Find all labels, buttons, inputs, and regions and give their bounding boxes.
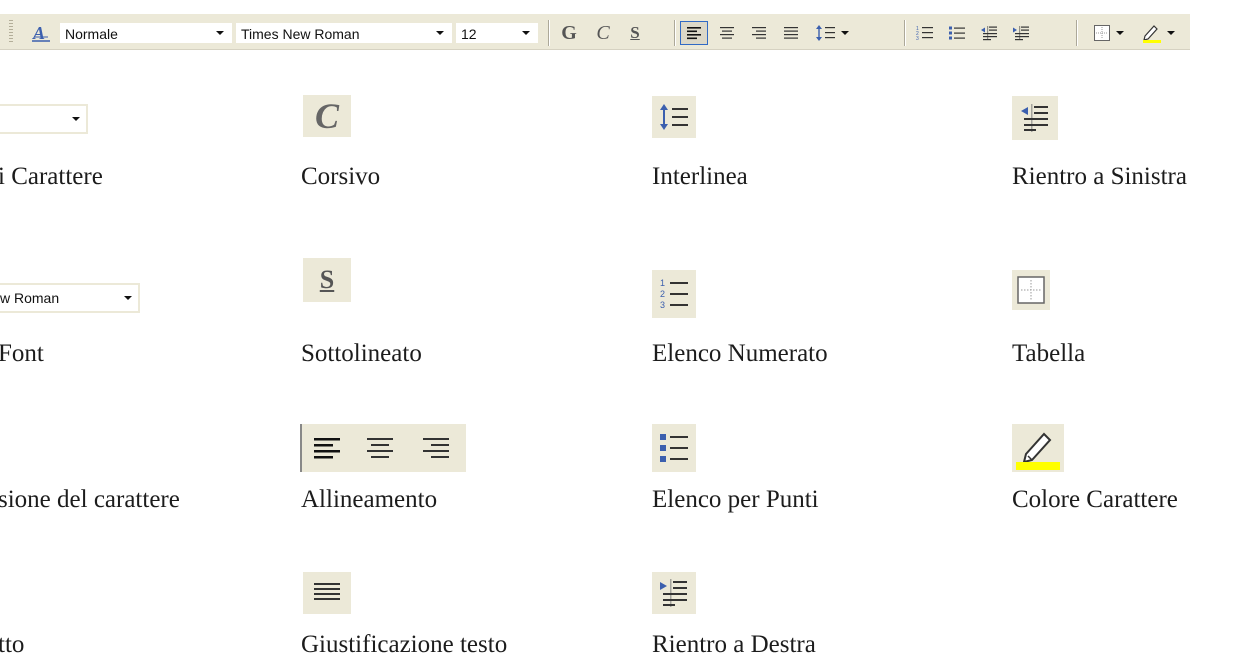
chevron-down-icon[interactable] [433, 24, 447, 42]
align-left-icon [687, 27, 701, 40]
formatting-toolbar: A Normale Times New Roman 12 G C S 1 2 3 [0, 14, 1190, 50]
numbered-list-icon: 1 2 3 [916, 26, 933, 41]
highlight-pen-icon [1012, 424, 1064, 472]
style-combo-value: Normale [65, 26, 118, 42]
legend-label-font-size: sione del carattere [0, 486, 180, 513]
align-right-button[interactable] [746, 21, 772, 45]
legend-label-highlight: Colore Carattere [1012, 486, 1178, 513]
legend-label-bold: tto [0, 631, 25, 658]
svg-text:A: A [32, 23, 45, 43]
table-icon [1093, 25, 1110, 41]
italic-button[interactable]: C [590, 21, 616, 45]
legend-label-italic: Corsivo [301, 163, 381, 190]
justify-icon [303, 572, 351, 614]
chevron-down-icon[interactable] [213, 24, 227, 42]
align-right-icon [752, 27, 766, 39]
legend-label-alignment: Allineamento [301, 486, 438, 513]
legend-underline-glyph: S [319, 265, 335, 294]
legend-size-combo-sample [0, 104, 88, 134]
outdent-icon [981, 26, 997, 41]
legend-italic-glyph: C [314, 96, 339, 136]
bullet-list-icon [652, 424, 696, 472]
legend-label-table: Tabella [1012, 340, 1086, 367]
chevron-down-icon[interactable] [519, 24, 533, 42]
line-spacing-button[interactable] [812, 21, 852, 45]
indent-icon [652, 572, 696, 614]
numbered-list-icon: 1 2 3 [652, 270, 696, 318]
bold-button[interactable]: G [556, 21, 582, 45]
legend-font-combo-sample: w Roman [0, 283, 140, 313]
legend-label-font: Font [0, 340, 44, 367]
chevron-down-icon [72, 106, 80, 132]
justify-icon [784, 27, 798, 39]
highlight-pen-icon [1143, 25, 1161, 43]
line-spacing-icon [816, 25, 835, 41]
align-center-icon [720, 27, 734, 39]
toolbar-separator [674, 20, 675, 46]
style-a-icon[interactable]: A [28, 21, 54, 45]
svg-text:2: 2 [660, 289, 665, 299]
toolbar-grip[interactable] [9, 20, 13, 44]
line-spacing-icon [652, 96, 696, 138]
alignment-icons-group [300, 424, 466, 472]
numbered-list-button[interactable]: 1 2 3 [912, 21, 938, 45]
align-center-button[interactable] [714, 21, 740, 45]
legend-label-numbered-list: Elenco Numerato [652, 340, 828, 367]
legend-label-indent: Rientro a Destra [652, 631, 816, 658]
italic-c-icon: C [303, 95, 351, 137]
bullet-list-button[interactable] [944, 21, 970, 45]
align-left-icon [300, 424, 352, 472]
bold-g-icon: G [561, 21, 577, 44]
font-name-combo[interactable]: Times New Roman [236, 23, 452, 43]
highlight-button[interactable] [1134, 21, 1182, 45]
chevron-down-icon[interactable] [1167, 31, 1175, 35]
chevron-down-icon[interactable] [1115, 31, 1124, 35]
toolbar-separator [1076, 20, 1077, 46]
svg-text:3: 3 [660, 300, 665, 310]
svg-text:3: 3 [916, 36, 919, 41]
align-right-icon [408, 424, 464, 472]
underline-button[interactable]: S [622, 21, 648, 45]
align-center-icon [352, 424, 408, 472]
underline-s-icon: S [303, 258, 351, 302]
outdent-icon [1012, 96, 1058, 140]
legend-label-line-spacing: Interlinea [652, 163, 748, 190]
font-size-combo[interactable]: 12 [456, 23, 538, 43]
toolbar-separator [548, 20, 549, 46]
outdent-button[interactable] [976, 21, 1002, 45]
legend-font-sample-text: w Roman [0, 290, 60, 306]
style-combo[interactable]: Normale [60, 23, 232, 43]
legend-label-font-style: i Carattere [0, 163, 103, 190]
table-icon [1012, 270, 1050, 310]
svg-text:1: 1 [660, 278, 665, 288]
justify-button[interactable] [778, 21, 804, 45]
toolbar-separator [904, 20, 905, 46]
size-combo-value: 12 [461, 26, 477, 42]
legend-label-outdent: Rientro a Sinistra [1012, 163, 1187, 190]
indent-button[interactable] [1008, 21, 1034, 45]
indent-icon [1013, 26, 1029, 41]
table-button[interactable] [1086, 21, 1130, 45]
chevron-down-icon [124, 285, 132, 311]
bullet-list-icon [949, 26, 965, 40]
legend-label-bullet-list: Elenco per Punti [652, 486, 819, 513]
underline-s-icon: S [630, 23, 640, 42]
legend-label-justify: Giustificazione testo [301, 631, 508, 658]
italic-c-icon: C [596, 21, 610, 44]
legend-label-underline: Sottolineato [301, 340, 422, 367]
chevron-down-icon[interactable] [841, 31, 849, 35]
font-combo-value: Times New Roman [241, 26, 360, 42]
align-left-button[interactable] [680, 21, 708, 45]
